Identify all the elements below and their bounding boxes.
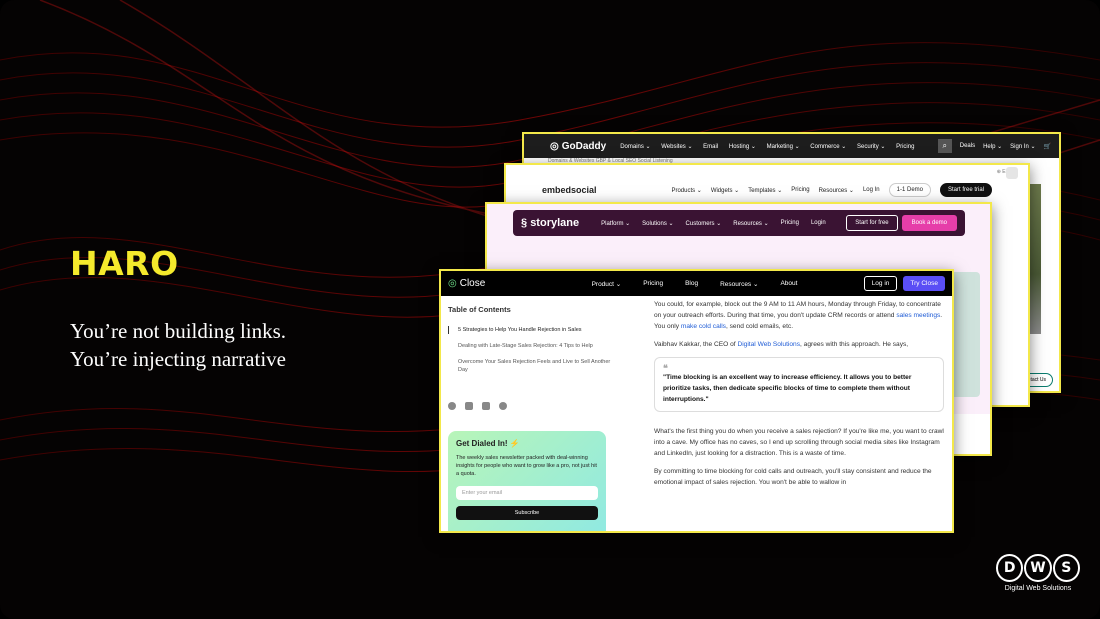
- close-nav-item[interactable]: Pricing: [643, 280, 663, 288]
- slide-subtitle: You’re not building links. You’re inject…: [70, 317, 286, 373]
- storylane-navbar: § storylane Platform ⌄ Solutions ⌄ Custo…: [513, 210, 965, 236]
- godaddy-nav-item[interactable]: Commerce ⌄: [810, 144, 846, 150]
- godaddy-signin[interactable]: Sign In ⌄: [1010, 143, 1035, 150]
- search-icon[interactable]: ⌕: [937, 139, 952, 153]
- storylane-nav-item[interactable]: Pricing: [781, 220, 799, 227]
- article-link[interactable]: sales meetings: [896, 312, 940, 319]
- toc-item[interactable]: Dealing with Late-Stage Sales Rejection:…: [448, 342, 613, 350]
- embedsocial-navbar: embedsocial Products ⌄ Widgets ⌄ Templat…: [506, 179, 1028, 201]
- godaddy-logo[interactable]: ◎ GoDaddy: [550, 141, 606, 152]
- newsletter-card: Get Dialed In! ⚡ The weekly sales newsle…: [448, 431, 606, 531]
- embedsocial-nav-item[interactable]: Templates ⌄: [748, 187, 782, 194]
- quote-text: "Time blocking is an excellent way to in…: [663, 374, 912, 403]
- close-nav-item[interactable]: About: [780, 280, 797, 288]
- slide-title: HARO: [70, 244, 179, 283]
- try-close-button[interactable]: Try Close: [903, 276, 945, 291]
- article-paragraph: Vaibhav Kakkar, the CEO of Digital Web S…: [654, 341, 909, 348]
- storylane-nav-item[interactable]: Customers ⌄: [686, 220, 722, 227]
- slide: HARO You’re not building links. You’re i…: [0, 0, 1100, 619]
- blockquote: ❝ "Time blocking is an excellent way to …: [654, 357, 944, 412]
- login-button[interactable]: Log in: [863, 276, 898, 291]
- storylane-nav: Platform ⌄ Solutions ⌄ Customers ⌄ Resou…: [601, 220, 826, 227]
- dws-name: Digital Web Solutions: [1004, 585, 1072, 592]
- subtitle-line-2: You’re injecting narrative: [70, 347, 286, 371]
- godaddy-deals[interactable]: Deals: [960, 143, 975, 149]
- facebook-icon[interactable]: [448, 402, 456, 410]
- table-of-contents: Table of Contents 5 Strategies to Help Y…: [448, 305, 613, 382]
- embedsocial-topbar: ⊕ En ⌄: [506, 165, 1028, 179]
- link-icon[interactable]: [499, 402, 507, 410]
- search-icon[interactable]: [1006, 167, 1018, 179]
- close-screenshot: ◎ Close Product ⌄ Pricing Blog Resources …: [439, 269, 954, 533]
- newsletter-title: Get Dialed In! ⚡: [456, 439, 520, 448]
- article-paragraph: You could, for example, block out the 9 …: [654, 301, 943, 330]
- close-navbar: ◎ Close Product ⌄ Pricing Blog Resources …: [441, 271, 952, 296]
- article-paragraph: By committing to time blocking for cold …: [654, 468, 932, 486]
- demo-button[interactable]: 1-1 Demo: [888, 183, 931, 197]
- dws-letter: D: [996, 554, 1024, 582]
- newsletter-text: The weekly sales newsletter packed with …: [456, 455, 597, 477]
- embedsocial-nav-item[interactable]: Resources ⌄: [819, 187, 854, 194]
- godaddy-nav-item[interactable]: Domains ⌄: [620, 144, 650, 150]
- subtitle-line-1: You’re not building links.: [70, 319, 287, 343]
- storylane-nav-item[interactable]: Resources ⌄: [733, 220, 768, 227]
- embedsocial-logo[interactable]: embedsocial: [542, 185, 597, 195]
- book-demo-button[interactable]: Book a demo: [901, 215, 957, 231]
- godaddy-navbar: ◎ GoDaddy Domains ⌄ Websites ⌄ Email Host…: [524, 134, 1059, 158]
- godaddy-nav-item[interactable]: Pricing: [896, 144, 914, 150]
- start-free-button[interactable]: Start for free: [846, 215, 898, 231]
- dws-letter: S: [1052, 554, 1080, 582]
- close-nav-item[interactable]: Blog: [685, 280, 698, 288]
- x-icon[interactable]: [465, 402, 473, 410]
- dws-logo: D W S Digital Web Solutions: [996, 554, 1080, 592]
- storylane-logo[interactable]: § storylane: [521, 217, 579, 229]
- storylane-nav-item[interactable]: Platform ⌄: [601, 220, 630, 227]
- bolt-icon: ⚡: [509, 439, 520, 448]
- toc-title: Table of Contents: [448, 305, 511, 314]
- godaddy-nav-item[interactable]: Hosting ⌄: [729, 144, 756, 150]
- godaddy-nav-item[interactable]: Marketing ⌄: [767, 144, 800, 150]
- article-paragraph: What's the first thing you do when you r…: [654, 428, 944, 457]
- godaddy-nav-item[interactable]: Security ⌄: [857, 144, 885, 150]
- dws-letter: W: [1024, 554, 1052, 582]
- embedsocial-nav: Products ⌄ Widgets ⌄ Templates ⌄ Pricing…: [671, 183, 992, 197]
- close-nav-item[interactable]: Product ⌄: [592, 280, 622, 288]
- article-body: You could, for example, block out the 9 …: [654, 299, 944, 495]
- storylane-nav-item[interactable]: Login: [811, 220, 826, 227]
- godaddy-right-nav: ⌕ Deals Help ⌄ Sign In ⌄ 🛒: [937, 139, 1051, 153]
- storylane-nav-item[interactable]: Solutions ⌄: [642, 220, 673, 227]
- dws-logo-mark: D W S: [996, 554, 1080, 582]
- embedsocial-login[interactable]: Log In: [863, 187, 880, 193]
- godaddy-nav-item[interactable]: Email: [703, 144, 718, 150]
- trial-button[interactable]: Start free trial: [939, 183, 992, 197]
- linkedin-icon[interactable]: [482, 402, 490, 410]
- email-field[interactable]: Enter your email: [456, 486, 598, 500]
- close-nav: Product ⌄ Pricing Blog Resources ⌄ About: [552, 280, 798, 288]
- article-link[interactable]: Digital Web Solutions: [737, 341, 800, 348]
- godaddy-nav: Domains ⌄ Websites ⌄ Email Hosting ⌄ Mar…: [620, 143, 923, 150]
- godaddy-help[interactable]: Help ⌄: [983, 143, 1002, 150]
- godaddy-nav-item[interactable]: Websites ⌄: [661, 144, 692, 150]
- article-link[interactable]: make cold calls: [681, 323, 726, 330]
- toc-item[interactable]: Overcome Your Sales Rejection Feels and …: [448, 358, 613, 374]
- share-icons: [448, 402, 507, 410]
- close-logo[interactable]: ◎ Close: [448, 278, 485, 289]
- close-nav-item[interactable]: Resources ⌄: [720, 280, 758, 288]
- toc-item[interactable]: 5 Strategies to Help You Handle Rejectio…: [448, 326, 613, 334]
- embedsocial-nav-item[interactable]: Pricing: [791, 187, 809, 193]
- quote-icon: ❝: [663, 363, 668, 373]
- embedsocial-nav-item[interactable]: Widgets ⌄: [711, 187, 739, 194]
- embedsocial-nav-item[interactable]: Products ⌄: [671, 187, 701, 194]
- subscribe-button[interactable]: Subscribe: [456, 506, 598, 520]
- cart-icon[interactable]: 🛒: [1044, 143, 1051, 150]
